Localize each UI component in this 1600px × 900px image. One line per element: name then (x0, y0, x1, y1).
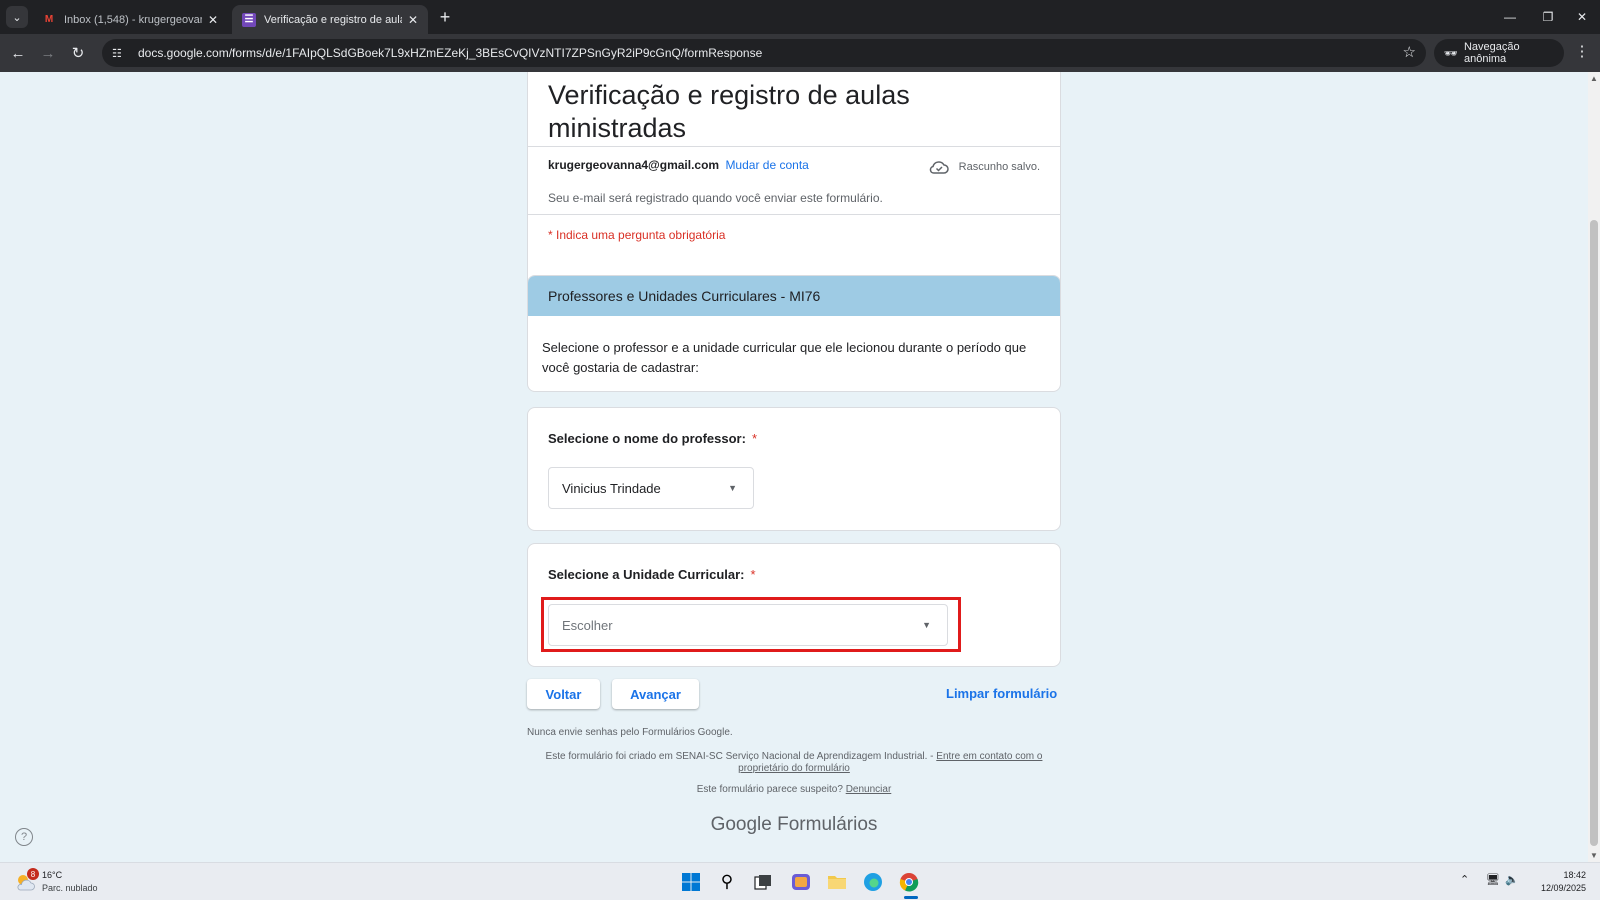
next-button[interactable]: Avançar (612, 679, 699, 709)
close-icon[interactable]: ✕ (408, 13, 418, 27)
suspicious-note: Este formulário parece suspeito? Denunci… (527, 784, 1061, 795)
brand-google: Google (710, 814, 772, 835)
question-professor-card: Selecione o nome do professor: * Vinicius… (527, 407, 1061, 531)
question-label: Selecione o nome do professor: * (548, 431, 757, 446)
required-note: * Indica uma pergunta obrigatória (548, 228, 726, 242)
account-line: krugergeovanna4@gmail.com Mudar de conta (548, 158, 809, 172)
tab-gmail[interactable]: M Inbox (1,548) - krugergeovanna4@gmail.… (32, 5, 228, 34)
close-icon[interactable]: ✕ (208, 13, 218, 27)
weather-temperature: 16°C (42, 870, 63, 880)
scroll-up-arrow-icon[interactable]: ▲ (1590, 74, 1598, 83)
forward-arrow-icon[interactable]: → (37, 42, 59, 64)
divider (528, 146, 1060, 147)
site-info-icon[interactable]: ☷ (112, 47, 130, 60)
section-description: Selecione o professor e a unidade curric… (542, 340, 1027, 375)
new-tab-button[interactable]: + (434, 6, 456, 28)
url-text[interactable]: docs.google.com/forms/d/e/1FAIpQLSdGBoek… (138, 46, 762, 60)
browser-menu-icon[interactable]: ⋮ (1572, 42, 1592, 60)
email-notice: Seu e-mail será registrado quando você e… (548, 191, 883, 205)
creator-text: Este formulário foi criado em SENAI-SC S… (545, 751, 937, 762)
browser-toolbar: ← → ↻ ☷ docs.google.com/forms/d/e/1FAIpQ… (0, 34, 1600, 72)
minimize-button[interactable]: — (1496, 6, 1524, 28)
scrollbar-thumb[interactable] (1590, 220, 1598, 846)
divider (528, 214, 1060, 215)
edge-browser-icon[interactable] (862, 871, 884, 893)
report-link[interactable]: Denunciar (846, 784, 892, 795)
close-window-button[interactable]: ✕ (1568, 6, 1596, 28)
account-email: krugergeovanna4@gmail.com (548, 158, 720, 172)
weather-badge: 8 (27, 868, 39, 880)
page-scrollbar[interactable]: ▲ ▼ (1588, 72, 1600, 862)
password-warning: Nunca envie senhas pelo Formulários Goog… (527, 727, 733, 738)
incognito-icon: 🕶 (1444, 47, 1458, 60)
windows-taskbar: 8 16°C Parc. nublado ⚲ ⌃ 🖥 🔈 18:42 12/09… (0, 862, 1600, 900)
required-asterisk: * (750, 567, 756, 582)
back-button[interactable]: Voltar (527, 679, 600, 709)
clock-time[interactable]: 18:42 (1563, 870, 1586, 880)
tab-title: Inbox (1,548) - krugergeovanna4@gmail.co… (64, 13, 202, 26)
required-asterisk: * (751, 431, 757, 446)
browser-tab-bar: ⌄ M Inbox (1,548) - krugergeovanna4@gmai… (0, 0, 1600, 34)
active-app-indicator (904, 896, 918, 899)
brand-forms: Formulários (771, 814, 878, 835)
section-title: Professores e Unidades Curriculares - MI… (528, 276, 1060, 316)
volume-icon[interactable]: 🔈 (1505, 873, 1519, 886)
suspicious-text: Este formulário parece suspeito? (696, 784, 846, 795)
start-windows-icon[interactable] (680, 871, 702, 893)
question-label-text: Selecione a Unidade Curricular: (548, 567, 745, 582)
incognito-indicator[interactable]: 🕶 Navegação anônima (1434, 39, 1564, 67)
back-arrow-icon[interactable]: ← (7, 42, 29, 64)
cloud-check-icon (929, 160, 949, 174)
chevron-up-icon[interactable]: ⌃ (1460, 873, 1469, 886)
network-icon[interactable]: 🖥 (1486, 873, 1500, 886)
restore-button[interactable]: ❐ (1534, 6, 1562, 28)
clear-form-button[interactable]: Limpar formulário (946, 686, 1057, 701)
draft-status: Rascunho salvo. (929, 160, 1040, 174)
form-page: Verificação e registro de aulas ministra… (0, 72, 1588, 862)
form-title: Verificação e registro de aulas ministra… (548, 80, 910, 143)
incognito-label: Navegação anônima (1463, 41, 1520, 65)
copilot-icon[interactable] (790, 871, 812, 893)
google-forms-logo[interactable]: Google Formulários (527, 814, 1061, 836)
scroll-down-arrow-icon[interactable]: ▼ (1590, 851, 1598, 860)
draft-status-text: Rascunho salvo. (958, 161, 1040, 173)
tab-search-button[interactable]: ⌄ (6, 6, 28, 28)
clock-date[interactable]: 12/09/2025 (1541, 883, 1586, 893)
tab-title: Verificação e registro de aulas ministra… (264, 13, 402, 26)
file-explorer-icon[interactable] (826, 871, 848, 893)
forms-icon: ☰ (242, 12, 256, 27)
professor-dropdown[interactable]: Vinicius Trindade ▼ (548, 467, 754, 509)
address-bar[interactable]: ☷ docs.google.com/forms/d/e/1FAIpQLSdGBo… (102, 39, 1426, 67)
task-view-icon[interactable] (752, 871, 774, 893)
question-label: Selecione a Unidade Curricular: * (548, 567, 756, 582)
gmail-icon: M (44, 14, 54, 25)
search-icon[interactable]: ⚲ (716, 871, 738, 893)
section-card: Professores e Unidades Curriculares - MI… (527, 275, 1061, 392)
help-icon[interactable]: ? (15, 828, 33, 846)
bookmark-star-icon[interactable]: ☆ (1403, 43, 1416, 61)
question-label-text: Selecione o nome do professor: (548, 431, 746, 446)
form-creator-note: Este formulário foi criado em SENAI-SC S… (527, 751, 1061, 775)
reload-icon[interactable]: ↻ (67, 42, 89, 64)
switch-account-link[interactable]: Mudar de conta (725, 158, 808, 172)
tab-google-form[interactable]: ☰ Verificação e registro de aulas minist… (232, 5, 428, 34)
weather-description: Parc. nublado (42, 883, 98, 893)
chrome-browser-icon[interactable] (898, 871, 920, 893)
dropdown-selected-value: Vinicius Trindade (562, 480, 661, 496)
dropdown-arrow-icon: ▼ (728, 483, 737, 493)
highlight-annotation-box (541, 597, 961, 652)
